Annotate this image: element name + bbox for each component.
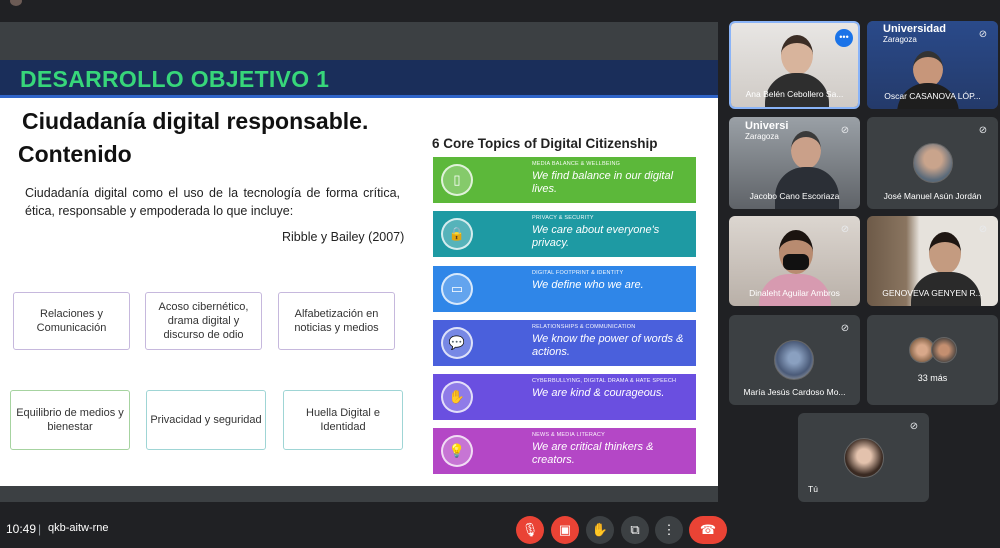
- raise-hand-button[interactable]: ✋: [586, 516, 614, 544]
- participant-name: Dinaleht Aguilar Ambros: [749, 288, 840, 298]
- participant-name: Jacobo Cano Escoriaza: [749, 191, 840, 201]
- mic-off-icon: ⊘: [978, 224, 988, 235]
- avatar: [931, 337, 957, 363]
- participant-name: José Manuel Asún Jordán: [883, 191, 982, 201]
- lightbulb-icon: 💡: [441, 435, 473, 467]
- avatar: [774, 340, 814, 380]
- presentation-area: DESARROLLO OBJETIVO 1 Ciudadanía digital…: [0, 22, 718, 502]
- mic-off-icon: 🎙: [521, 522, 539, 537]
- participant-name: GENOVEVA GENYEN R...: [882, 288, 983, 298]
- slide-title: Ciudadanía digital responsable. Contenid…: [18, 105, 369, 171]
- more-options-icon[interactable]: •••: [835, 29, 853, 47]
- topic-box: Alfabetización en noticias y medios: [278, 292, 395, 350]
- mic-off-icon: ⊘: [978, 125, 988, 136]
- participant-tile[interactable]: Universidad Zaragoza ⊘ Oscar CASANOVA LÓ…: [867, 21, 998, 109]
- chat-icon: 💬: [441, 327, 473, 359]
- topic-box: Huella Digital e Identidad: [283, 390, 403, 450]
- topic-motto: We are critical thinkers & creators.: [532, 441, 654, 466]
- present-button[interactable]: ⧉: [621, 516, 649, 544]
- topic-category: PRIVACY & SECURITY: [532, 215, 594, 221]
- topic-box: Relaciones y Comunicación: [13, 292, 130, 350]
- camera-off-icon: ▣: [558, 522, 572, 537]
- meeting-code: qkb-aitw-rne: [48, 522, 109, 534]
- phone-hangup-icon: ☎: [699, 522, 717, 537]
- camera-toggle-button[interactable]: ▣: [551, 516, 579, 544]
- core-topic-banner: ▯ MEDIA BALANCE & WELLBEING We find bala…: [433, 157, 696, 203]
- topic-motto: We find balance in our digital lives.: [532, 170, 674, 195]
- topic-motto: We know the power of words & actions.: [532, 333, 684, 358]
- bottom-bar: 10:49 | qkb-aitw-rne 🎙 ▣ ✋ ⧉ ⋮ ☎: [0, 508, 1000, 548]
- topic-category: RELATIONSHIPS & COMMUNICATION: [532, 324, 636, 330]
- university-logo-sub: Zaragoza: [883, 35, 917, 44]
- topic-category: CYBERBULLYING, DIGITAL DRAMA & HATE SPEE…: [532, 378, 677, 384]
- participant-tile[interactable]: ⊘ Dinaleht Aguilar Ambros: [729, 216, 860, 306]
- topic-motto: We are kind & courageous.: [532, 387, 665, 399]
- mic-off-icon: ⊘: [840, 125, 850, 136]
- mic-off-icon: ⊘: [840, 323, 850, 334]
- slide-title-line2: Contenido: [18, 141, 132, 167]
- topic-box: Acoso cibernético, drama digital y discu…: [145, 292, 262, 350]
- avatar: [10, 0, 22, 6]
- participant-name: Ana Belén Cebollero Sa...: [745, 89, 844, 99]
- mic-toggle-button[interactable]: 🎙: [516, 516, 544, 544]
- avatar: [913, 143, 953, 183]
- participant-tile[interactable]: Universi Zaragoza ⊘ Jacobo Cano Escoriaz…: [729, 117, 860, 209]
- core-topic-banner: 💡 NEWS & MEDIA LITERACY We are critical …: [433, 428, 696, 474]
- definition-text: Ciudadanía digital como el uso de la tec…: [25, 186, 400, 218]
- topic-category: DIGITAL FOOTPRINT & IDENTITY: [532, 270, 624, 276]
- participant-name: Oscar CASANOVA LÓP...: [884, 91, 981, 101]
- topic-motto: We define who we are.: [532, 279, 644, 291]
- core-topic-banner: ▭ DIGITAL FOOTPRINT & IDENTITY We define…: [433, 266, 696, 312]
- separator: |: [38, 522, 42, 536]
- mic-off-icon: ⊘: [840, 224, 850, 235]
- core-topic-banner: 🔒 PRIVACY & SECURITY We care about every…: [433, 211, 696, 257]
- university-logo: Universidad: [883, 23, 946, 35]
- topic-box: Equilibrio de medios y bienestar: [10, 390, 130, 450]
- participant-tile[interactable]: ⊘ José Manuel Asún Jordán: [867, 117, 998, 209]
- slide-header-title: DESARROLLO OBJETIVO 1: [20, 66, 330, 92]
- core-topic-banner: ✋ CYBERBULLYING, DIGITAL DRAMA & HATE SP…: [433, 374, 696, 420]
- more-options-button[interactable]: ⋮: [655, 516, 683, 544]
- top-bar: [0, 0, 1000, 10]
- participant-name: María Jesús Cardoso Mo...: [743, 387, 846, 397]
- university-logo-sub: Zaragoza: [745, 132, 779, 141]
- mic-off-icon: ⊘: [909, 421, 919, 432]
- topic-box: Privacidad y seguridad: [146, 390, 266, 450]
- avatar: [844, 438, 884, 478]
- hands-icon: ✋: [441, 381, 473, 413]
- core-topic-banner: 💬 RELATIONSHIPS & COMMUNICATION We know …: [433, 320, 696, 366]
- id-card-icon: ▭: [441, 273, 473, 305]
- slide-title-line1: Ciudadanía digital responsable.: [22, 108, 369, 134]
- citation: Ribble y Bailey (2007): [282, 230, 405, 244]
- university-logo: Universi: [745, 120, 789, 132]
- more-vert-icon: ⋮: [662, 522, 676, 537]
- topic-motto: We care about everyone's privacy.: [532, 224, 660, 249]
- slide: DESARROLLO OBJETIVO 1 Ciudadanía digital…: [0, 60, 718, 486]
- present-screen-icon: ⧉: [630, 522, 640, 537]
- core-topics-title: 6 Core Topics of Digital Citizenship: [432, 136, 658, 151]
- hand-icon: ✋: [591, 522, 609, 537]
- participant-name: Tú: [808, 484, 818, 494]
- participant-tile[interactable]: ⊘ María Jesús Cardoso Mo...: [729, 315, 860, 405]
- phone-icon: ▯: [441, 164, 473, 196]
- participant-tile[interactable]: ••• Ana Belén Cebollero Sa...: [729, 21, 860, 109]
- topic-category: MEDIA BALANCE & WELLBEING: [532, 161, 621, 167]
- mic-off-icon: ⊘: [978, 29, 988, 40]
- lock-icon: 🔒: [441, 218, 473, 250]
- participant-tile[interactable]: ⊘ GENOVEVA GENYEN R...: [867, 216, 998, 306]
- slide-header: DESARROLLO OBJETIVO 1: [0, 60, 718, 98]
- more-participants-count: 33 más: [917, 373, 948, 383]
- end-call-button[interactable]: ☎: [689, 516, 727, 544]
- clock: 10:49: [6, 522, 37, 536]
- topic-category: NEWS & MEDIA LITERACY: [532, 432, 605, 438]
- self-tile[interactable]: ⊘ Tú: [798, 413, 929, 502]
- more-participants-tile[interactable]: 33 más: [867, 315, 998, 405]
